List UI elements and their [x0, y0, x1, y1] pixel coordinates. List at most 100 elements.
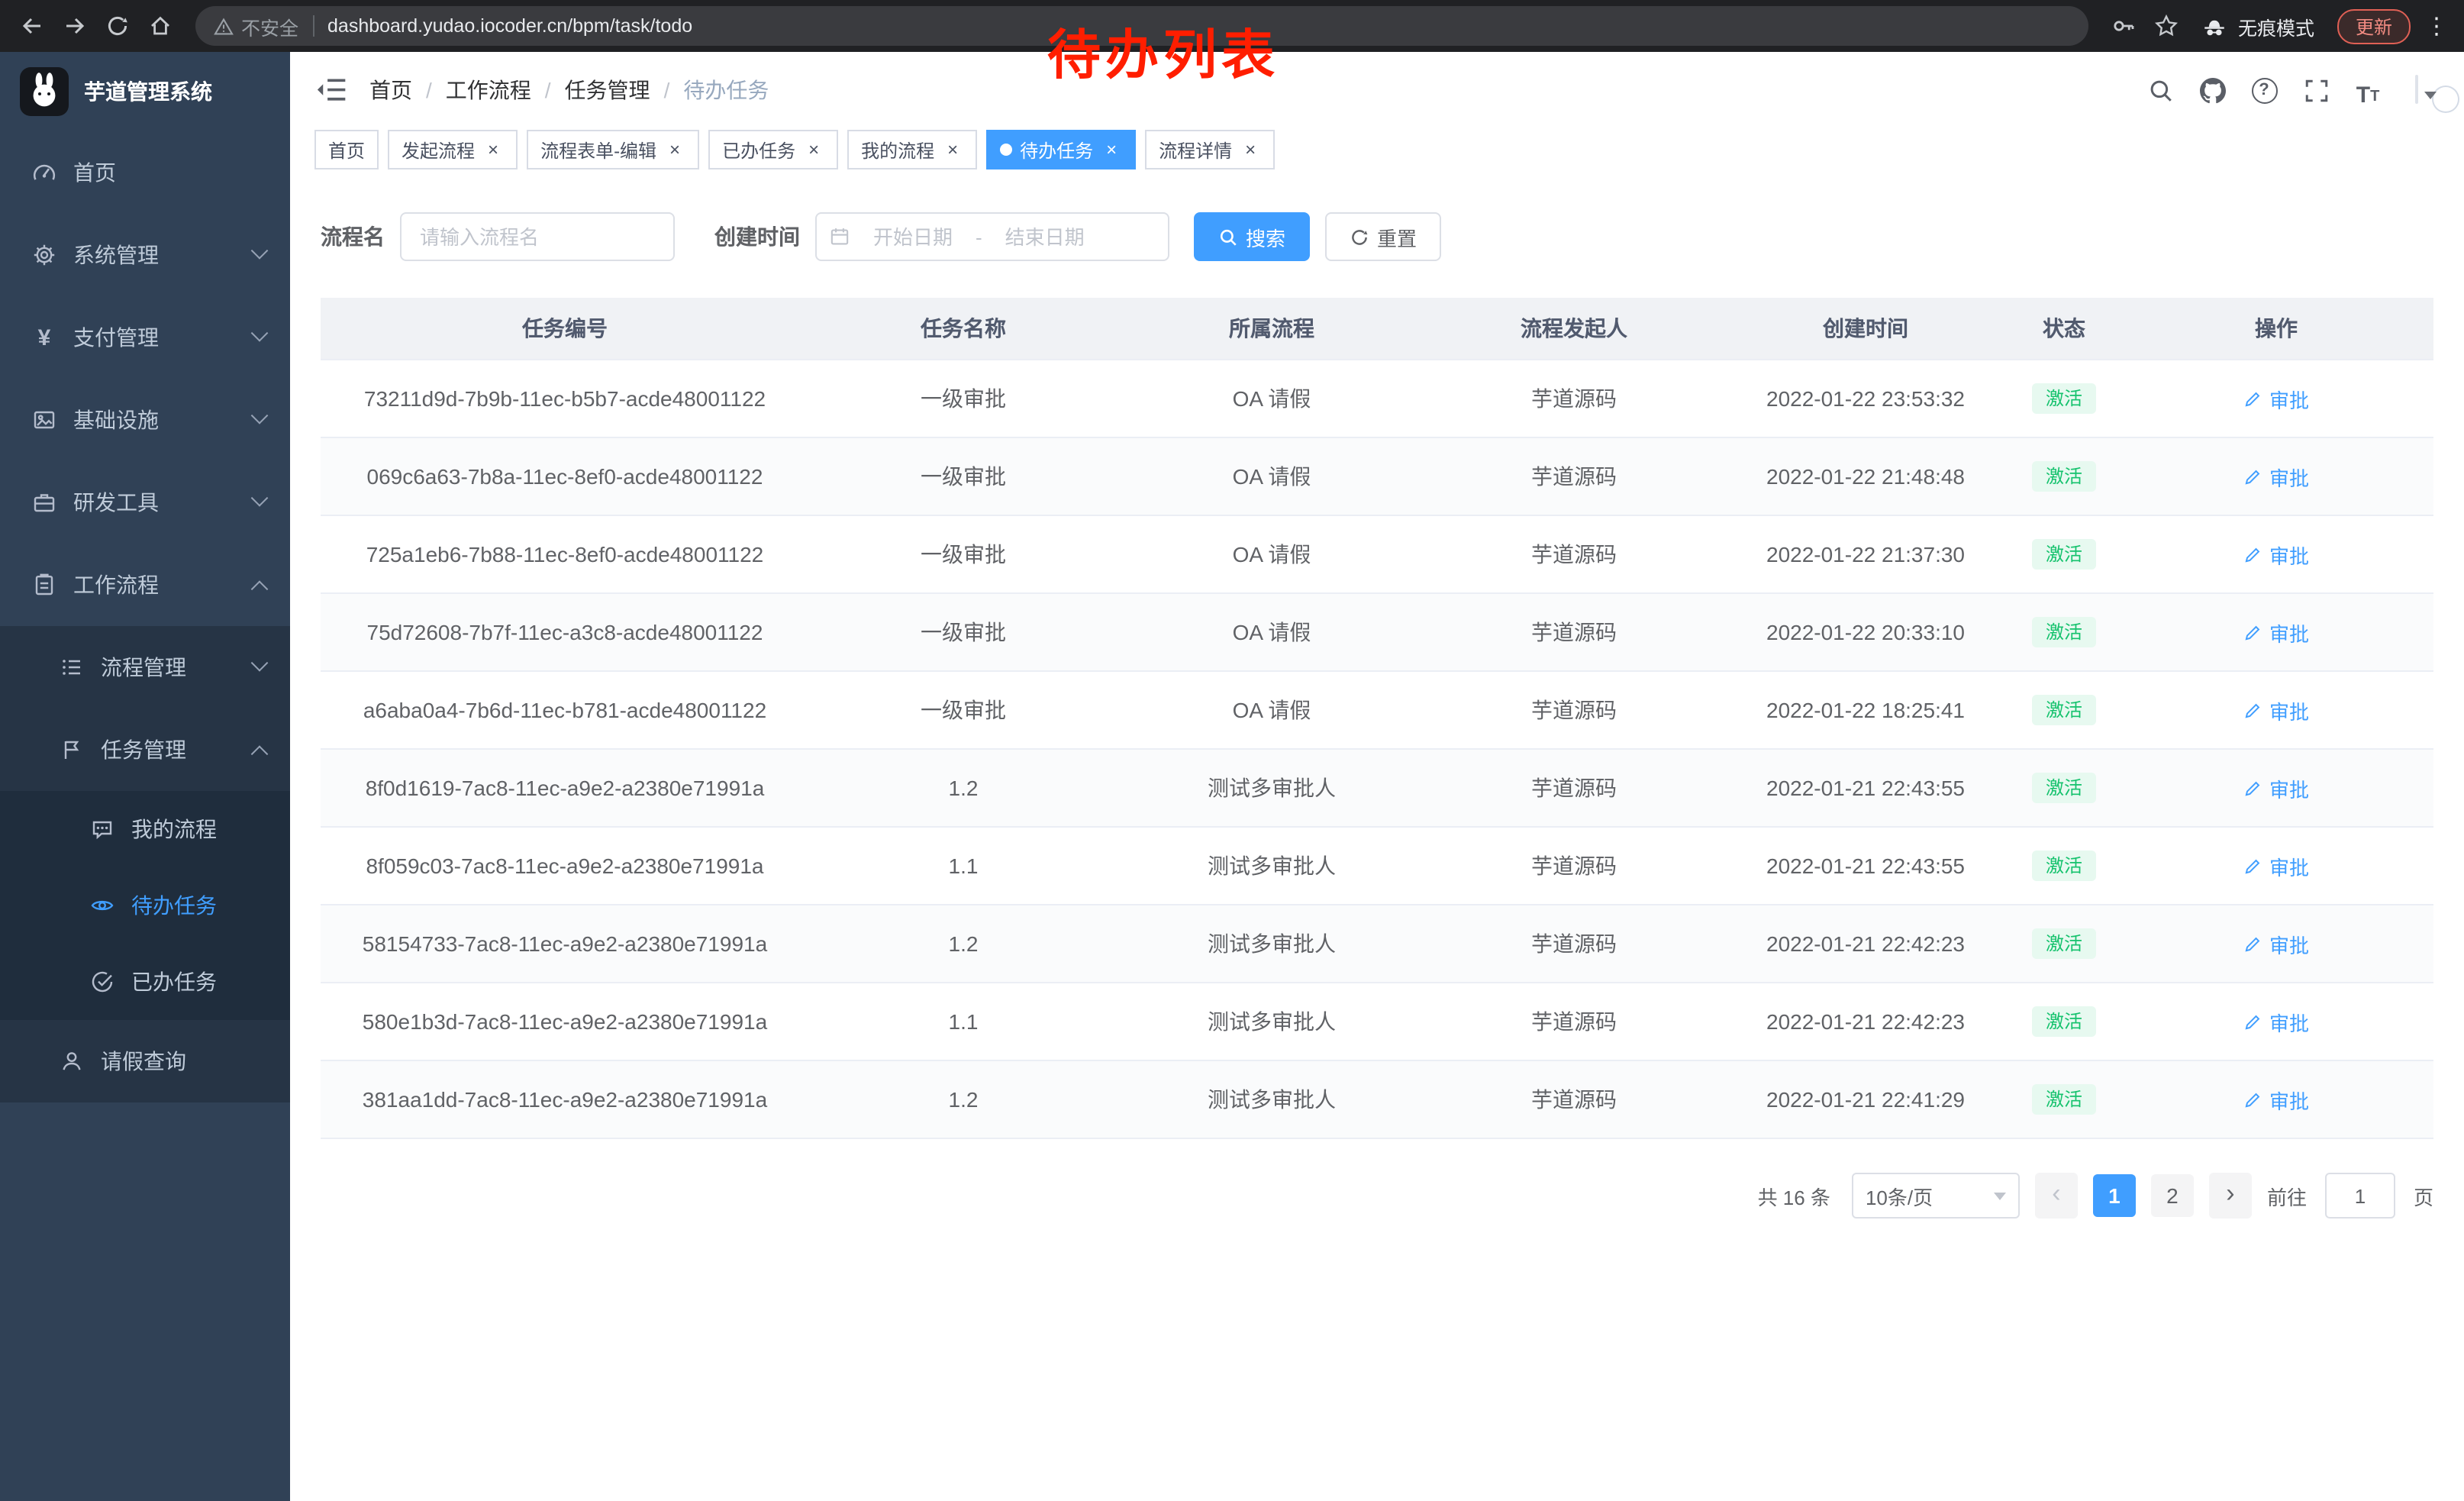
cell-initiator: 芋道源码	[1426, 749, 1722, 827]
goto-label: 前往	[2267, 1181, 2307, 1210]
reload-icon[interactable]	[98, 6, 137, 46]
browser-menu-icon[interactable]: ⋮	[2421, 12, 2452, 40]
table-row: 58154733-7ac8-11ec-a9e2-a2380e71991a 1.2…	[321, 905, 2433, 983]
password-key-icon[interactable]	[2104, 6, 2143, 46]
edit-icon	[2243, 466, 2263, 486]
list-icon	[58, 655, 85, 679]
cell-task-id: 58154733-7ac8-11ec-a9e2-a2380e71991a	[321, 905, 809, 983]
process-name-label: 流程名	[321, 221, 385, 252]
page-size-select[interactable]: 10条/页	[1852, 1173, 2020, 1219]
back-icon[interactable]	[12, 6, 52, 46]
sidebar-item-infra[interactable]: 基础设施	[0, 379, 290, 461]
close-icon[interactable]: ×	[482, 139, 504, 160]
tab-todo-tasks[interactable]: 待办任务 ×	[986, 130, 1136, 169]
page-button-1[interactable]: 1	[2093, 1174, 2136, 1217]
breadcrumb-current: 待办任务	[683, 75, 769, 105]
edit-icon	[2243, 700, 2263, 720]
approve-link[interactable]: 审批	[2243, 1085, 2309, 1114]
user-icon	[58, 1049, 85, 1073]
caret-down-icon	[1994, 1192, 2006, 1199]
tags-view: 首页 发起流程 × 流程表单-编辑 × 已办任务 × 我的流程 ×	[290, 128, 2464, 176]
close-icon[interactable]: ×	[942, 139, 963, 160]
search-button[interactable]: 搜索	[1194, 212, 1310, 261]
prev-page-button[interactable]: ‹	[2035, 1173, 2078, 1219]
refresh-icon	[1350, 227, 1369, 247]
approve-link[interactable]: 审批	[2243, 540, 2309, 569]
cell-task-name: 一级审批	[809, 437, 1118, 515]
sidebar-item-task-mgmt[interactable]: 任务管理	[0, 709, 290, 791]
cell-process: OA 请假	[1118, 671, 1426, 749]
approve-link[interactable]: 审批	[2243, 929, 2309, 958]
sidebar-item-leave-query[interactable]: 请假查询	[0, 1020, 290, 1102]
sidebar-fold-icon[interactable]	[314, 73, 348, 107]
avatar-image	[2415, 75, 2418, 104]
cell-action: 审批	[2119, 1060, 2433, 1138]
help-icon[interactable]: ?	[2247, 73, 2281, 107]
app-shell: 芋道管理系统 首页 系统管理 ¥ 支付管理	[0, 52, 2464, 1501]
breadcrumb-task-mgmt[interactable]: 任务管理	[565, 75, 650, 105]
yen-icon: ¥	[31, 324, 58, 350]
cell-initiator: 芋道源码	[1426, 671, 1722, 749]
breadcrumb-home[interactable]: 首页	[369, 75, 412, 105]
table-row: 580e1b3d-7ac8-11ec-a9e2-a2380e71991a 1.1…	[321, 983, 2433, 1060]
sidebar-item-my-process[interactable]: 我的流程	[0, 791, 290, 867]
tab-done-tasks[interactable]: 已办任务 ×	[708, 130, 838, 169]
table-row: 725a1eb6-7b88-11ec-8ef0-acde48001122 一级审…	[321, 515, 2433, 593]
url-text: dashboard.yudao.iocoder.cn/bpm/task/todo	[327, 15, 692, 37]
process-name-input[interactable]	[400, 212, 675, 261]
goto-page-input[interactable]	[2325, 1173, 2395, 1219]
date-range-picker[interactable]: -	[815, 212, 1169, 261]
github-icon[interactable]	[2195, 73, 2229, 107]
home-icon[interactable]	[140, 6, 180, 46]
todo-table: 任务编号 任务名称 所属流程 流程发起人 创建时间 状态 操作	[321, 298, 2433, 1139]
approve-link[interactable]: 审批	[2243, 462, 2309, 491]
tab-home[interactable]: 首页	[314, 130, 379, 169]
cell-initiator: 芋道源码	[1426, 983, 1722, 1060]
tab-process-detail[interactable]: 流程详情 ×	[1145, 130, 1275, 169]
end-date-input[interactable]	[985, 224, 1105, 250]
tab-start-process[interactable]: 发起流程 ×	[388, 130, 518, 169]
tab-form-edit[interactable]: 流程表单-编辑 ×	[527, 130, 699, 169]
cell-status: 激活	[2009, 515, 2119, 593]
close-icon[interactable]: ×	[803, 139, 824, 160]
cell-initiator: 芋道源码	[1426, 827, 1722, 905]
sidebar-item-home[interactable]: 首页	[0, 131, 290, 214]
cell-action: 审批	[2119, 905, 2433, 983]
close-icon[interactable]: ×	[1240, 139, 1261, 160]
page-button-2[interactable]: 2	[2151, 1174, 2194, 1217]
user-avatar[interactable]	[2415, 76, 2418, 104]
reset-button[interactable]: 重置	[1325, 212, 1441, 261]
fullscreen-icon[interactable]	[2299, 73, 2333, 107]
breadcrumb-workflow[interactable]: 工作流程	[446, 75, 531, 105]
approve-link[interactable]: 审批	[2243, 1007, 2309, 1036]
forward-icon[interactable]	[55, 6, 95, 46]
tab-my-process[interactable]: 我的流程 ×	[847, 130, 977, 169]
sidebar-item-system[interactable]: 系统管理	[0, 214, 290, 296]
approve-link[interactable]: 审批	[2243, 696, 2309, 725]
sidebar-item-process-mgmt[interactable]: 流程管理	[0, 626, 290, 709]
bookmark-star-icon[interactable]	[2146, 6, 2186, 46]
approve-link[interactable]: 审批	[2243, 851, 2309, 880]
cell-status: 激活	[2009, 905, 2119, 983]
sidebar-item-devtools[interactable]: 研发工具	[0, 461, 290, 544]
sidebar-item-done-tasks[interactable]: 已办任务	[0, 944, 290, 1020]
edit-icon	[2243, 934, 2263, 954]
approve-link[interactable]: 审批	[2243, 384, 2309, 413]
col-process: 所属流程	[1118, 298, 1426, 360]
app-logo-row[interactable]: 芋道管理系统	[0, 52, 290, 131]
sidebar-item-payment[interactable]: ¥ 支付管理	[0, 296, 290, 379]
update-button[interactable]: 更新	[2337, 8, 2411, 44]
url-bar[interactable]: 不安全 dashboard.yudao.iocoder.cn/bpm/task/…	[195, 6, 2088, 46]
search-icon[interactable]	[2143, 73, 2177, 107]
next-page-button[interactable]: ›	[2209, 1173, 2252, 1219]
close-icon[interactable]: ×	[664, 139, 685, 160]
security-chip[interactable]: 不安全	[214, 11, 298, 40]
sidebar-item-todo-tasks[interactable]: 待办任务	[0, 867, 290, 944]
close-icon[interactable]: ×	[1101, 139, 1122, 160]
sidebar-item-workflow[interactable]: 工作流程	[0, 544, 290, 626]
font-size-icon[interactable]: TT	[2351, 73, 2385, 107]
start-date-input[interactable]	[853, 224, 972, 250]
approve-link[interactable]: 审批	[2243, 773, 2309, 802]
cell-task-name: 一级审批	[809, 593, 1118, 671]
approve-link[interactable]: 审批	[2243, 618, 2309, 647]
